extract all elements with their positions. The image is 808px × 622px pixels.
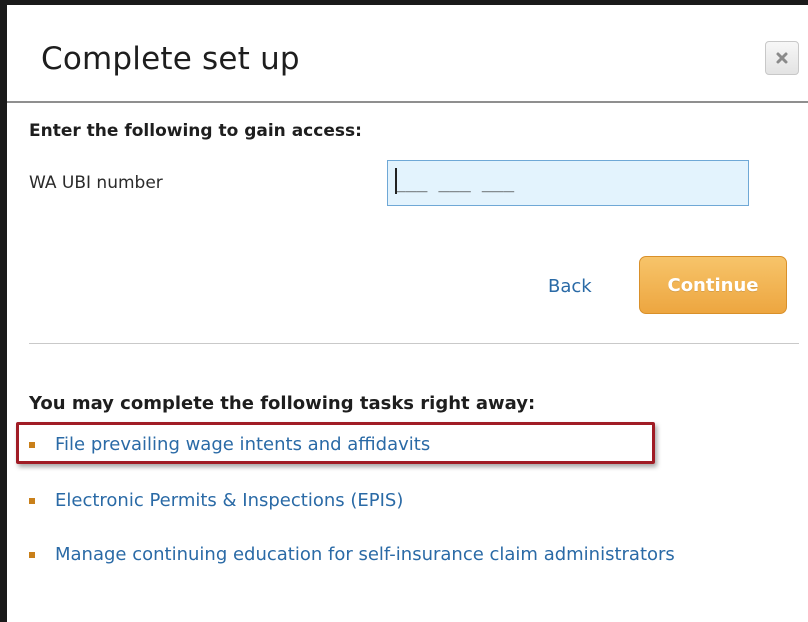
task-item-continuing-education[interactable]: Manage continuing education for self-ins… <box>29 541 695 568</box>
task-link-label[interactable]: File prevailing wage intents and affidav… <box>55 431 695 458</box>
ubi-number-input[interactable] <box>387 160 749 206</box>
close-button[interactable] <box>765 41 799 75</box>
header-divider <box>7 101 808 103</box>
tasks-heading: You may complete the following tasks rig… <box>29 393 536 414</box>
complete-setup-dialog: Complete set up Enter the following to g… <box>7 5 808 622</box>
bullet-icon <box>29 552 35 558</box>
window-left-edge <box>0 0 7 622</box>
dialog-title: Complete set up <box>41 41 300 77</box>
task-item-epis[interactable]: Electronic Permits & Inspections (EPIS) <box>29 487 695 514</box>
close-icon <box>775 51 789 65</box>
bullet-icon <box>29 442 35 448</box>
task-link-label[interactable]: Electronic Permits & Inspections (EPIS) <box>55 487 695 514</box>
task-link-label[interactable]: Manage continuing education for self-ins… <box>55 541 695 568</box>
back-link[interactable]: Back <box>548 276 592 297</box>
continue-button[interactable]: Continue <box>639 256 787 314</box>
bullet-icon <box>29 498 35 504</box>
text-caret <box>395 168 397 194</box>
access-heading: Enter the following to gain access: <box>29 121 362 141</box>
section-divider <box>29 343 799 344</box>
task-item-prevailing-wage[interactable]: File prevailing wage intents and affidav… <box>29 431 695 458</box>
ubi-field-label: WA UBI number <box>29 173 163 193</box>
